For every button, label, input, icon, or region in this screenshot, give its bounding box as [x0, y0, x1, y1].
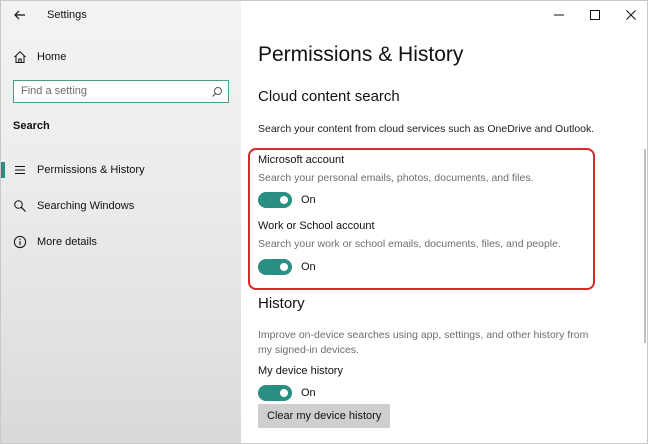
list-icon — [13, 163, 27, 177]
history-section-title: History — [258, 295, 305, 312]
main-content: Permissions & History Cloud content sear… — [241, 1, 647, 443]
cloud-section-description: Search your content from cloud services … — [258, 123, 595, 135]
back-arrow-icon — [14, 10, 25, 20]
work-account-toggle-state: On — [301, 261, 316, 273]
microsoft-account-description: Search your personal emails, photos, doc… — [258, 172, 534, 184]
work-account-label: Work or School account — [258, 220, 375, 232]
back-button[interactable] — [9, 5, 31, 25]
scrollbar[interactable] — [644, 149, 646, 343]
device-history-toggle[interactable] — [258, 385, 292, 401]
settings-window: Settings Home Search — [0, 0, 648, 444]
active-indicator — [1, 162, 5, 178]
minimize-icon — [554, 14, 564, 16]
close-icon — [626, 10, 636, 20]
microsoft-account-label: Microsoft account — [258, 154, 345, 166]
cloud-section-title: Cloud content search — [258, 88, 400, 105]
work-account-toggle-row: On — [258, 259, 316, 275]
minimize-button[interactable] — [541, 1, 577, 29]
device-history-label: My device history — [258, 365, 343, 377]
search-box[interactable] — [13, 80, 229, 103]
home-icon — [13, 50, 27, 64]
page-title: Permissions & History — [258, 43, 464, 66]
toggle-knob — [280, 263, 288, 271]
work-account-toggle[interactable] — [258, 259, 292, 275]
nav-home[interactable]: Home — [1, 45, 241, 69]
search-icon — [13, 199, 27, 213]
search-input[interactable] — [21, 83, 201, 99]
info-icon — [13, 235, 27, 249]
close-button[interactable] — [613, 1, 647, 29]
sidebar-item-label: Searching Windows — [37, 200, 135, 212]
microsoft-account-toggle[interactable] — [258, 192, 292, 208]
device-history-toggle-row: On — [258, 385, 316, 401]
sidebar-section-label: Search — [13, 120, 50, 132]
maximize-button[interactable] — [577, 1, 613, 29]
sidebar-item-label: Permissions & History — [37, 164, 145, 176]
sidebar-item-more-details[interactable]: More details — [1, 230, 241, 254]
sidebar-item-searching-windows[interactable]: Searching Windows — [1, 194, 241, 218]
search-icon[interactable] — [211, 85, 223, 97]
sidebar: Settings Home Search — [1, 1, 241, 443]
window-controls — [541, 1, 647, 29]
clear-device-history-button[interactable]: Clear my device history — [258, 404, 391, 428]
title-bar-left: Settings — [1, 1, 241, 31]
app-title: Settings — [47, 9, 87, 21]
microsoft-account-toggle-row: On — [258, 192, 316, 208]
history-section-description: Improve on-device searches using app, se… — [258, 329, 589, 356]
sidebar-item-label: More details — [37, 236, 97, 248]
maximize-icon — [590, 10, 600, 20]
toggle-knob — [280, 389, 288, 397]
work-account-description: Search your work or school emails, docum… — [258, 238, 561, 250]
toggle-knob — [280, 196, 288, 204]
device-history-toggle-state: On — [301, 387, 316, 399]
sidebar-item-permissions-history[interactable]: Permissions & History — [1, 158, 241, 182]
nav-home-label: Home — [37, 51, 67, 63]
microsoft-account-toggle-state: On — [301, 194, 316, 206]
